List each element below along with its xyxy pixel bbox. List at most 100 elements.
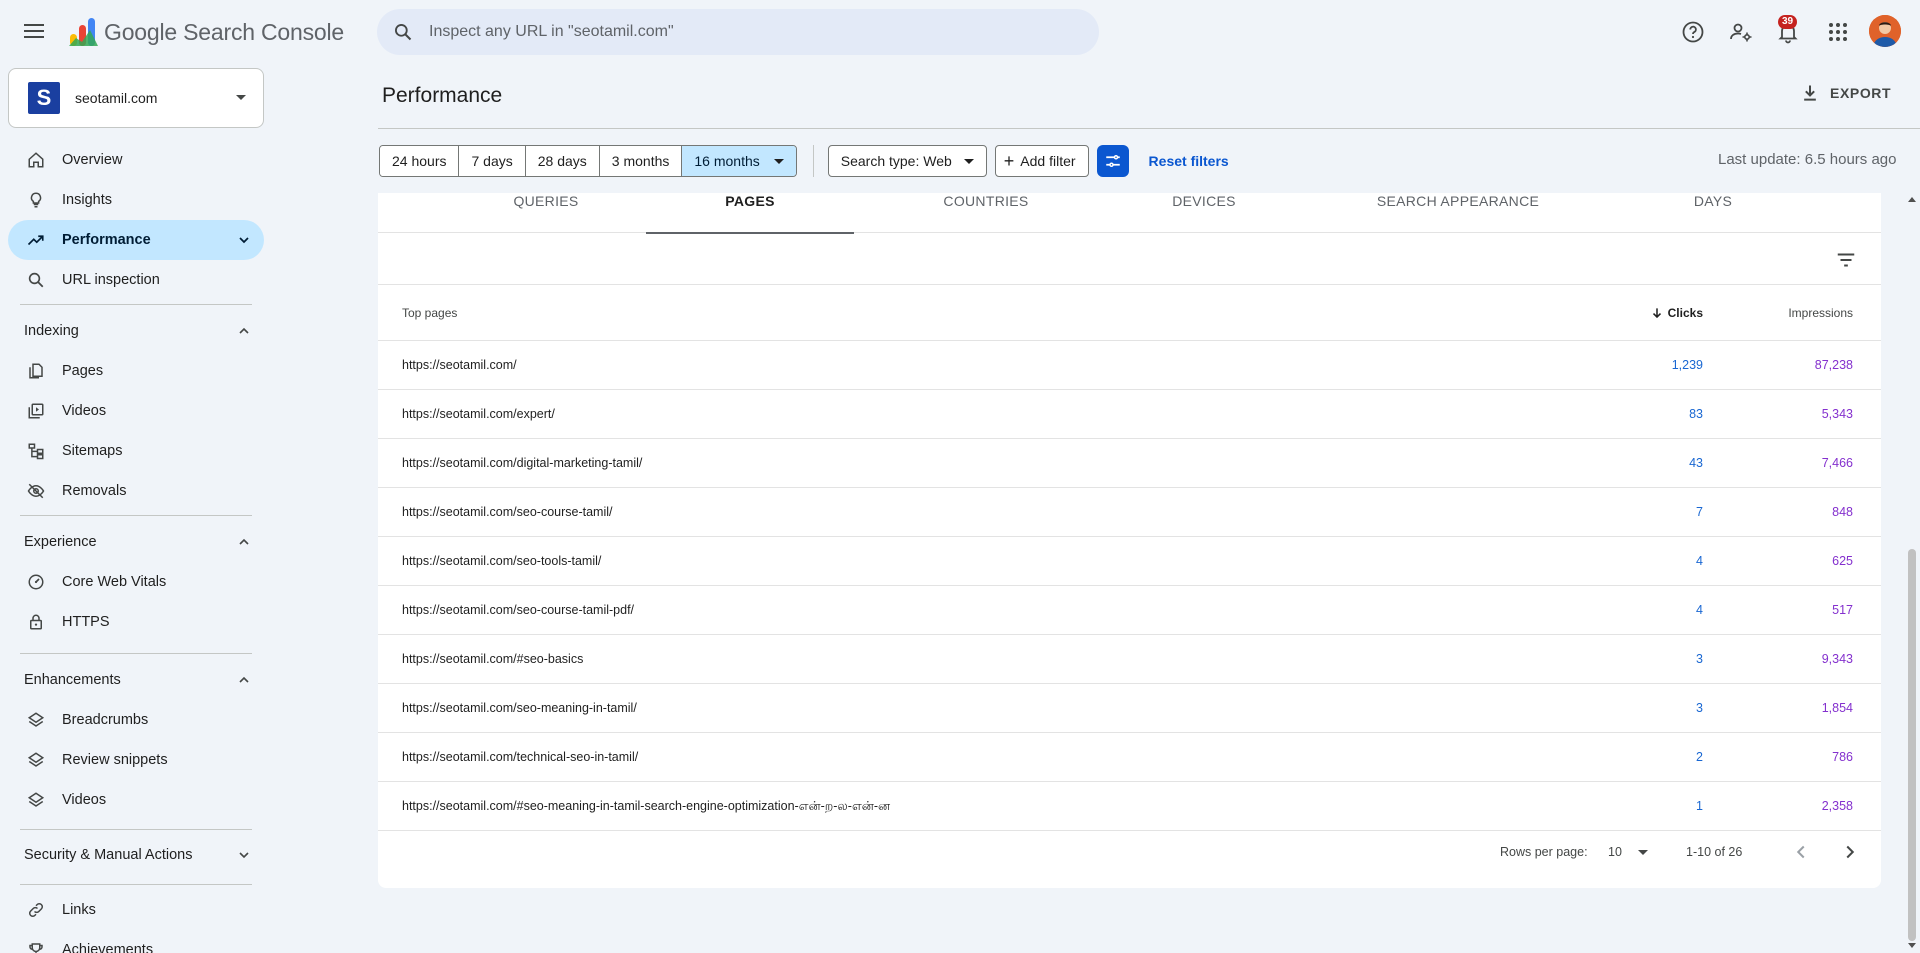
sidebar-item-https[interactable]: HTTPS: [8, 602, 264, 642]
tab-queries[interactable]: QUERIES: [476, 193, 616, 233]
page-scrollbar[interactable]: [1904, 193, 1920, 953]
sidebar-item-videos[interactable]: Videos: [8, 391, 264, 431]
tab-countries[interactable]: COUNTRIES: [900, 193, 1072, 233]
url-inspect-input[interactable]: [429, 23, 1029, 41]
search-type-filter[interactable]: Search type: Web: [827, 145, 987, 177]
dimension-tabs: QUERIES PAGES COUNTRIES DEVICES SEARCH A…: [378, 193, 1881, 234]
table-row[interactable]: https://seotamil.com/#seo-basics 3 9,343: [378, 635, 1881, 684]
link-icon: [26, 900, 46, 920]
table-row[interactable]: https://seotamil.com/#seo-meaning-in-tam…: [378, 782, 1881, 831]
sidebar-item-label: Performance: [62, 232, 151, 248]
apps-grid-icon[interactable]: [1826, 20, 1850, 44]
impressions-cell: 9,343: [1821, 652, 1853, 666]
sidebar-item-overview[interactable]: Overview: [8, 140, 264, 180]
manage-users-icon[interactable]: [1729, 20, 1753, 44]
add-filter-button[interactable]: + Add filter: [994, 145, 1089, 177]
visibility-off-icon: [26, 481, 46, 501]
sidebar-item-core-web-vitals[interactable]: Core Web Vitals: [8, 562, 264, 602]
clicks-cell: 1,239: [1671, 358, 1703, 372]
impressions-cell: 517: [1832, 603, 1853, 617]
page-url-cell: https://seotamil.com/#seo-basics: [402, 652, 584, 666]
table-row[interactable]: https://seotamil.com/seo-course-tamil/7 8…: [378, 488, 1881, 537]
rows-per-page-select[interactable]: 10: [1608, 845, 1648, 859]
impressions-cell: 848: [1832, 505, 1853, 519]
sidebar-item-performance[interactable]: Performance: [8, 220, 264, 260]
reset-filters-link[interactable]: Reset filters: [1149, 153, 1229, 169]
section-indexing[interactable]: Indexing: [0, 311, 264, 351]
range-28-days[interactable]: 28 days: [525, 146, 600, 176]
export-button[interactable]: EXPORT: [1800, 83, 1891, 103]
table-row[interactable]: https://seotamil.com/expert/83 5,343: [378, 390, 1881, 439]
brand[interactable]: Google Search Console: [68, 16, 344, 48]
previous-page-icon[interactable]: [1790, 841, 1812, 866]
range-24-hours[interactable]: 24 hours: [380, 146, 460, 176]
next-page-icon[interactable]: [1839, 841, 1861, 866]
chevron-up-icon: [236, 534, 252, 554]
table-row[interactable]: https://seotamil.com/seo-course-tamil-pd…: [378, 586, 1881, 635]
sidebar-item-achievements[interactable]: Achievements: [8, 930, 264, 953]
table-row[interactable]: https://seotamil.com/digital-marketing-t…: [378, 439, 1881, 488]
search-console-logo-icon: [68, 16, 100, 48]
sidebar-item-label: Videos: [62, 792, 107, 808]
filter-list-icon[interactable]: [1835, 249, 1857, 276]
scroll-up-icon[interactable]: [1908, 197, 1916, 202]
sidebar-divider: [20, 653, 252, 654]
sidebar-item-insights[interactable]: Insights: [8, 180, 264, 220]
column-header-impressions[interactable]: Impressions: [1788, 306, 1853, 320]
tab-pages[interactable]: PAGES: [646, 193, 854, 234]
filter-settings-button[interactable]: [1096, 145, 1129, 177]
scroll-down-icon[interactable]: [1908, 943, 1916, 948]
sidebar-item-breadcrumbs[interactable]: Breadcrumbs: [8, 700, 264, 740]
sidebar-item-label: Removals: [62, 483, 127, 499]
range-3-months[interactable]: 3 months: [599, 146, 683, 176]
sidebar-item-enh-videos[interactable]: Videos: [8, 780, 264, 820]
section-title: Enhancements: [24, 672, 121, 688]
account-avatar[interactable]: [1869, 15, 1901, 47]
sidebar-item-label: URL inspection: [62, 272, 160, 288]
table-row[interactable]: https://seotamil.com/1,239 87,238: [378, 341, 1881, 390]
layers-icon: [26, 710, 46, 730]
help-icon[interactable]: [1681, 20, 1705, 44]
layers-icon: [26, 750, 46, 770]
impressions-cell: 2,358: [1821, 799, 1853, 813]
tune-icon: [1105, 155, 1120, 167]
sidebar-item-label: Links: [62, 902, 96, 918]
arrow-down-icon: [1652, 308, 1661, 319]
sidebar-item-review-snippets[interactable]: Review snippets: [8, 740, 264, 780]
section-experience[interactable]: Experience: [0, 522, 264, 562]
range-7-days[interactable]: 7 days: [459, 146, 526, 176]
sidebar-item-label: Sitemaps: [62, 443, 123, 459]
layers-icon: [26, 790, 46, 810]
sidebar-item-url-inspection[interactable]: URL inspection: [8, 260, 264, 300]
table-row[interactable]: https://seotamil.com/technical-seo-in-ta…: [378, 733, 1881, 782]
sidebar-item-label: Achievements: [62, 942, 154, 953]
table-toolbar: [378, 233, 1881, 285]
section-title: Indexing: [24, 323, 79, 339]
impressions-cell: 5,343: [1821, 407, 1853, 421]
sidebar-item-removals[interactable]: Removals: [8, 471, 264, 511]
header-divider: [378, 128, 1920, 129]
column-header-clicks[interactable]: Clicks: [1650, 306, 1703, 320]
tab-search-appearance[interactable]: SEARCH APPEARANCE: [1338, 193, 1578, 233]
sidebar-item-links[interactable]: Links: [8, 890, 264, 930]
sidebar-item-pages[interactable]: Pages: [8, 351, 264, 391]
video-library-icon: [26, 401, 46, 421]
sidebar-item-sitemaps[interactable]: Sitemaps: [8, 431, 264, 471]
range-16-months[interactable]: 16 months: [682, 146, 796, 176]
main-menu-icon[interactable]: [22, 20, 46, 44]
tab-days[interactable]: DAYS: [1628, 193, 1798, 233]
scrollbar-thumb[interactable]: [1908, 549, 1916, 941]
section-security[interactable]: Security & Manual Actions: [0, 835, 264, 875]
property-selector[interactable]: S seotamil.com: [8, 68, 264, 128]
date-range-selector: 24 hours 7 days 28 days 3 months 16 mont…: [379, 145, 797, 177]
download-icon: [1804, 85, 1816, 101]
sidebar-divider: [20, 829, 252, 830]
url-inspect-search[interactable]: [377, 9, 1099, 55]
section-enhancements[interactable]: Enhancements: [0, 660, 264, 700]
chevron-down-icon: [236, 847, 252, 867]
page-url-cell: https://seotamil.com/expert/: [402, 407, 555, 421]
tab-devices[interactable]: DEVICES: [1118, 193, 1290, 233]
page-url-cell: https://seotamil.com/technical-seo-in-ta…: [402, 750, 639, 764]
table-row[interactable]: https://seotamil.com/seo-meaning-in-tami…: [378, 684, 1881, 733]
table-row[interactable]: https://seotamil.com/seo-tools-tamil/4 62…: [378, 537, 1881, 586]
